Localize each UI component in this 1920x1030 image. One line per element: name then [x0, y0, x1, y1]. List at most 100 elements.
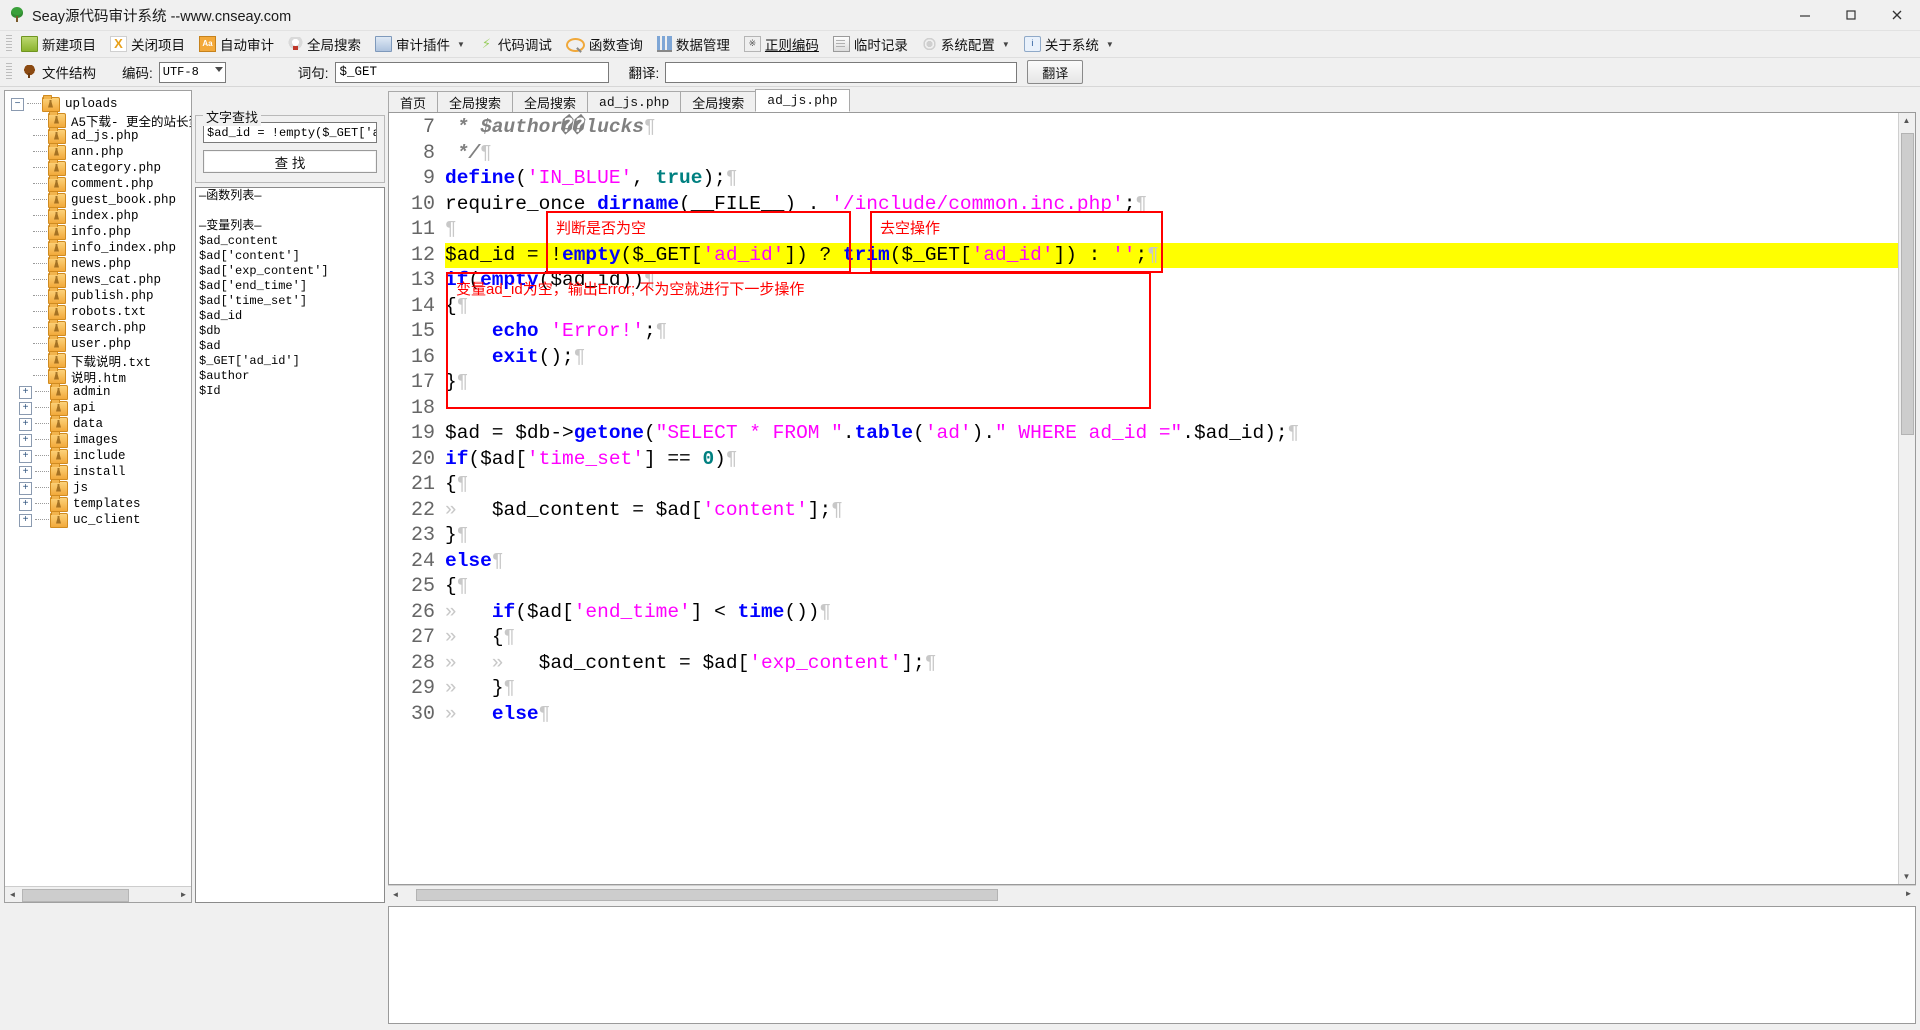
tree-node[interactable]: A5下载- 更全的站长资 — [5, 110, 191, 130]
hscroll-right-arrow[interactable]: ► — [1901, 886, 1916, 901]
symbol-list-item[interactable]: —变量列表— — [199, 219, 381, 234]
symbol-list-item[interactable]: $ad['time_set'] — [199, 294, 381, 309]
code-line[interactable]: */¶ — [445, 141, 1898, 167]
code-editor[interactable]: 7 8 9 10 11 12 13 14 15 16 17 18 19 20 21 22 23 24 25 26 27 2… — [389, 113, 1898, 884]
menu-close-project[interactable]: X 关闭项目 — [103, 32, 192, 56]
tree-expander-icon[interactable]: − — [11, 97, 24, 111]
symbol-list-item[interactable]: $Id — [199, 384, 381, 399]
minimize-button[interactable] — [1782, 0, 1828, 30]
tree-node[interactable]: + data — [5, 414, 191, 432]
code-line[interactable]: }¶ — [445, 523, 1898, 549]
code-line[interactable]: require_once dirname(__FILE__) . '/inclu… — [445, 192, 1898, 218]
symbol-list-item[interactable]: —函数列表— — [199, 189, 381, 204]
symbol-list-item[interactable] — [199, 204, 381, 219]
symbol-list-item[interactable]: $ad['end_time'] — [199, 279, 381, 294]
editor-vertical-thumb[interactable] — [1901, 133, 1914, 435]
editor-vertical-scrollbar[interactable]: ▲ ▼ — [1898, 113, 1915, 884]
code-line[interactable]: echo 'Error!';¶ — [445, 319, 1898, 345]
code-line[interactable]: {¶ — [445, 574, 1898, 600]
menu-new-project[interactable]: 新建项目 — [14, 32, 103, 56]
code-line[interactable]: » else¶ — [445, 702, 1898, 728]
scroll-down-arrow[interactable]: ▼ — [1899, 869, 1914, 884]
tree-expander-icon[interactable]: + — [19, 449, 32, 463]
symbol-list-item[interactable]: $ad['exp_content'] — [199, 264, 381, 279]
scroll-up-arrow[interactable]: ▲ — [1899, 113, 1914, 128]
code-line[interactable]: » if($ad['end_time'] < time())¶ — [445, 600, 1898, 626]
scroll-right-arrow[interactable]: ► — [176, 887, 191, 902]
tree-expander-icon[interactable]: + — [19, 513, 32, 527]
tree-node[interactable]: ad_js.php — [5, 126, 191, 144]
menu-system-config[interactable]: 系统配置 ▼ — [915, 32, 1017, 56]
tree-node[interactable]: news.php — [5, 254, 191, 272]
tree-expander-icon[interactable]: + — [19, 433, 32, 447]
editor-tabstrip[interactable]: 首页 全局搜索 全局搜索 ad_js.php 全局搜索 ad_js.php — [388, 89, 1916, 112]
tree-expander-icon[interactable]: + — [19, 385, 32, 399]
tree-expander-icon[interactable]: + — [19, 417, 32, 431]
code-line[interactable]: exit();¶ — [445, 345, 1898, 371]
tree-node[interactable]: + templates — [5, 494, 191, 512]
tree-scroll-track[interactable] — [20, 887, 176, 902]
code-line[interactable]: if($ad['time_set'] == 0)¶ — [445, 447, 1898, 473]
editor-tab-2[interactable]: 全局搜索 — [512, 91, 589, 112]
code-line[interactable]: * $author��lucks¶ — [445, 115, 1898, 141]
tree-horizontal-scrollbar[interactable]: ◄ ► — [5, 886, 191, 902]
symbol-list-item[interactable]: $_GET['ad_id'] — [199, 354, 381, 369]
hscroll-left-arrow[interactable]: ◄ — [388, 887, 403, 902]
tree-node[interactable]: info_index.php — [5, 238, 191, 256]
symbol-list-item[interactable]: $ad — [199, 339, 381, 354]
editor-tab-0[interactable]: 首页 — [388, 91, 439, 112]
tree-node[interactable]: + uc_client — [5, 510, 191, 528]
tree-node[interactable]: + js — [5, 478, 191, 496]
tree-expander-icon[interactable]: + — [19, 401, 32, 415]
tree-node[interactable]: guest_book.php — [5, 190, 191, 208]
menu-regex-encode[interactable]: ※ 正则编码 — [737, 32, 826, 56]
code-line[interactable]: }¶ — [445, 370, 1898, 396]
menu-temp-record[interactable]: 临时记录 — [826, 32, 915, 56]
editor-tab-5[interactable]: ad_js.php — [755, 89, 850, 112]
tree-node[interactable]: robots.txt — [5, 302, 191, 320]
code-line[interactable]: $ad_id = !empty($_GET['ad_id']) ? trim($… — [445, 242, 1898, 268]
secondary-toolbar-grip[interactable] — [6, 63, 12, 81]
tree-node[interactable]: category.php — [5, 158, 191, 176]
code-line[interactable]: if(empty($ad_id))¶ — [445, 268, 1898, 294]
menu-about-system[interactable]: i 关于系统 ▼ — [1017, 32, 1121, 56]
tree-expander-icon[interactable]: + — [19, 497, 32, 511]
code-line[interactable]: {¶ — [445, 294, 1898, 320]
tree-node[interactable]: search.php — [5, 318, 191, 336]
translate-button[interactable]: 翻译 — [1027, 60, 1084, 84]
menu-data-management[interactable]: 数据管理 — [650, 32, 737, 56]
code-line[interactable] — [445, 396, 1898, 422]
code-content[interactable]: * $author��lucks¶ */¶ define('IN_BLUE', t… — [445, 113, 1898, 884]
editor-horizontal-thumb[interactable] — [416, 889, 998, 901]
code-line[interactable]: $ad = $db->getone("SELECT * FROM ".table… — [445, 421, 1898, 447]
tree-expander-icon[interactable]: + — [19, 481, 32, 495]
code-line[interactable]: define('IN_BLUE', true);¶ — [445, 166, 1898, 192]
menu-audit-plugin[interactable]: 审计插件 ▼ — [368, 32, 472, 56]
symbol-list-item[interactable]: $ad_id — [199, 309, 381, 324]
menu-code-debug[interactable]: ⚡ 代码调试 — [472, 32, 559, 56]
code-line[interactable]: ¶ — [445, 217, 1898, 243]
tree-node[interactable]: + admin — [5, 382, 191, 400]
tree-node[interactable]: comment.php — [5, 174, 191, 192]
menu-global-search[interactable]: 全局搜索 — [281, 32, 368, 56]
tree-node[interactable]: info.php — [5, 222, 191, 240]
file-structure-button[interactable]: 文件结构 — [14, 62, 104, 82]
editor-tab-3[interactable]: ad_js.php — [587, 91, 682, 112]
code-line[interactable]: » $ad_content = $ad['content'];¶ — [445, 498, 1898, 524]
tree-node[interactable]: index.php — [5, 206, 191, 224]
tree-node[interactable]: 说明.htm — [5, 366, 191, 386]
symbol-list-item[interactable]: $author — [199, 369, 381, 384]
tree-node[interactable]: publish.php — [5, 286, 191, 304]
tree-node[interactable]: + images — [5, 430, 191, 448]
toolbar-grip[interactable] — [6, 35, 12, 53]
code-line[interactable]: {¶ — [445, 472, 1898, 498]
code-line[interactable]: else¶ — [445, 549, 1898, 575]
find-button[interactable]: 查 找 — [203, 150, 377, 173]
symbol-list[interactable]: —函数列表— —变量列表— $ad_content $ad['content'] $a… — [195, 187, 385, 903]
phrase-input[interactable]: $_GET — [334, 61, 609, 83]
editor-horizontal-scrollbar[interactable]: ◄ ► — [388, 885, 1916, 903]
menu-auto-audit[interactable]: Aa 自动审计 — [192, 32, 281, 56]
code-line[interactable]: » {¶ — [445, 625, 1898, 651]
output-panel[interactable] — [388, 906, 1916, 1024]
tree-scroll-thumb[interactable] — [22, 889, 129, 902]
